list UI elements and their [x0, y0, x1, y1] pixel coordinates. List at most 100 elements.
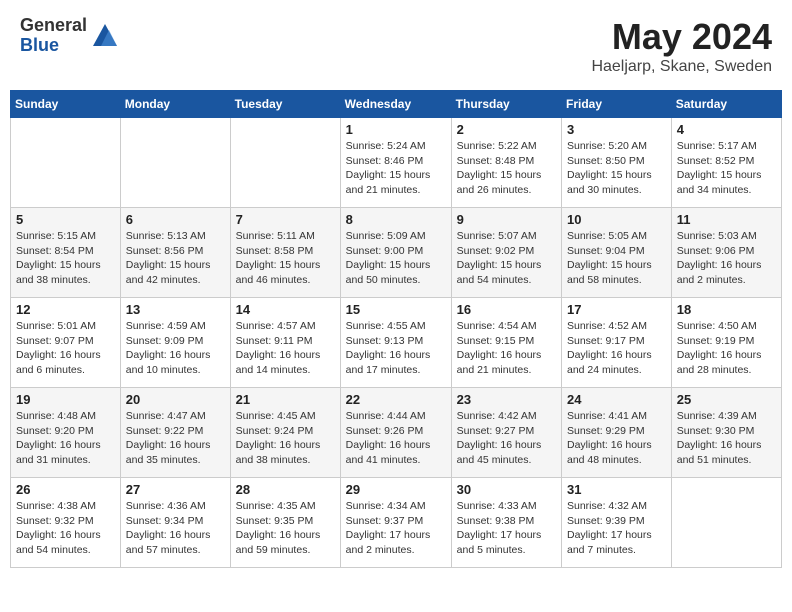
day-number: 13: [126, 302, 225, 317]
calendar-cell: 17 Sunrise: 4:52 AM Sunset: 9:17 PM Dayli…: [562, 298, 672, 388]
header-monday: Monday: [120, 91, 230, 118]
calendar-cell: 29Sunrise: 4:34 AM Sunset: 9:37 PM Dayli…: [340, 478, 451, 568]
calendar-cell: 24Sunrise: 4:41 AM Sunset: 9:29 PM Dayli…: [562, 388, 672, 478]
day-info: Sunrise: 4:59 AM Sunset: 9:09 PM Dayligh…: [126, 319, 225, 378]
day-number: 28: [236, 482, 335, 497]
day-number: 6: [126, 212, 225, 227]
calendar-cell: 16 Sunrise: 4:54 AM Sunset: 9:15 PM Dayli…: [451, 298, 561, 388]
day-number: 25: [677, 392, 776, 407]
calendar-cell: [230, 118, 340, 208]
calendar-body: 1 Sunrise: 5:24 AM Sunset: 8:46 PM Daylig…: [11, 118, 782, 568]
day-number: 29: [346, 482, 446, 497]
day-info: Sunrise: 5:13 AM Sunset: 8:56 PM Dayligh…: [126, 229, 225, 288]
logo: General Blue: [20, 16, 119, 56]
calendar-cell: 25 Sunrise: 4:39 AM Sunset: 9:30 PM Dayli…: [671, 388, 781, 478]
calendar-cell: 3Sunrise: 5:20 AM Sunset: 8:50 PM Daylig…: [562, 118, 672, 208]
day-info: Sunrise: 4:54 AM Sunset: 9:15 PM Dayligh…: [457, 319, 556, 378]
day-number: 5: [16, 212, 115, 227]
calendar-cell: 23 Sunrise: 4:42 AM Sunset: 9:27 PM Dayli…: [451, 388, 561, 478]
calendar-cell: 5 Sunrise: 5:15 AM Sunset: 8:54 PM Daylig…: [11, 208, 121, 298]
calendar-cell: 20Sunrise: 4:47 AM Sunset: 9:22 PM Dayli…: [120, 388, 230, 478]
day-number: 9: [457, 212, 556, 227]
day-number: 11: [677, 212, 776, 227]
header-wednesday: Wednesday: [340, 91, 451, 118]
day-number: 15: [346, 302, 446, 317]
day-info: Sunrise: 5:07 AM Sunset: 9:02 PM Dayligh…: [457, 229, 556, 288]
calendar-cell: 11 Sunrise: 5:03 AM Sunset: 9:06 PM Dayli…: [671, 208, 781, 298]
day-info: Sunrise: 5:24 AM Sunset: 8:46 PM Dayligh…: [346, 139, 446, 198]
calendar-cell: 4Sunrise: 5:17 AM Sunset: 8:52 PM Daylig…: [671, 118, 781, 208]
day-number: 22: [346, 392, 446, 407]
day-info: Sunrise: 4:47 AM Sunset: 9:22 PM Dayligh…: [126, 409, 225, 468]
week-row-3: 12Sunrise: 5:01 AM Sunset: 9:07 PM Dayli…: [11, 298, 782, 388]
day-number: 30: [457, 482, 556, 497]
calendar-cell: 22Sunrise: 4:44 AM Sunset: 9:26 PM Dayli…: [340, 388, 451, 478]
logo-blue: Blue: [20, 36, 87, 56]
logo-text: General Blue: [20, 16, 87, 56]
week-row-1: 1 Sunrise: 5:24 AM Sunset: 8:46 PM Daylig…: [11, 118, 782, 208]
header-tuesday: Tuesday: [230, 91, 340, 118]
calendar-cell: 14Sunrise: 4:57 AM Sunset: 9:11 PM Dayli…: [230, 298, 340, 388]
title-block: May 2024 Haeljarp, Skane, Sweden: [591, 16, 772, 76]
calendar-cell: 8Sunrise: 5:09 AM Sunset: 9:00 PM Daylig…: [340, 208, 451, 298]
day-info: Sunrise: 4:45 AM Sunset: 9:24 PM Dayligh…: [236, 409, 335, 468]
calendar-cell: 1 Sunrise: 5:24 AM Sunset: 8:46 PM Daylig…: [340, 118, 451, 208]
logo-general: General: [20, 16, 87, 36]
page-header: General Blue May 2024 Haeljarp, Skane, S…: [10, 10, 782, 82]
calendar-cell: [120, 118, 230, 208]
logo-icon: [91, 22, 119, 50]
day-number: 18: [677, 302, 776, 317]
calendar-cell: 13 Sunrise: 4:59 AM Sunset: 9:09 PM Dayli…: [120, 298, 230, 388]
day-info: Sunrise: 4:52 AM Sunset: 9:17 PM Dayligh…: [567, 319, 666, 378]
calendar-cell: 30 Sunrise: 4:33 AM Sunset: 9:38 PM Dayli…: [451, 478, 561, 568]
day-info: Sunrise: 4:50 AM Sunset: 9:19 PM Dayligh…: [677, 319, 776, 378]
week-row-5: 26Sunrise: 4:38 AM Sunset: 9:32 PM Dayli…: [11, 478, 782, 568]
day-info: Sunrise: 4:48 AM Sunset: 9:20 PM Dayligh…: [16, 409, 115, 468]
day-info: Sunrise: 5:03 AM Sunset: 9:06 PM Dayligh…: [677, 229, 776, 288]
calendar-cell: 2 Sunrise: 5:22 AM Sunset: 8:48 PM Daylig…: [451, 118, 561, 208]
calendar-header: Sunday Monday Tuesday Wednesday Thursday…: [11, 91, 782, 118]
week-row-4: 19Sunrise: 4:48 AM Sunset: 9:20 PM Dayli…: [11, 388, 782, 478]
day-number: 7: [236, 212, 335, 227]
day-info: Sunrise: 4:42 AM Sunset: 9:27 PM Dayligh…: [457, 409, 556, 468]
day-number: 12: [16, 302, 115, 317]
calendar-cell: 26Sunrise: 4:38 AM Sunset: 9:32 PM Dayli…: [11, 478, 121, 568]
day-number: 17: [567, 302, 666, 317]
calendar-cell: 12Sunrise: 5:01 AM Sunset: 9:07 PM Dayli…: [11, 298, 121, 388]
calendar-cell: [671, 478, 781, 568]
header-thursday: Thursday: [451, 91, 561, 118]
calendar-cell: 6 Sunrise: 5:13 AM Sunset: 8:56 PM Daylig…: [120, 208, 230, 298]
day-number: 24: [567, 392, 666, 407]
day-number: 10: [567, 212, 666, 227]
calendar-cell: 21 Sunrise: 4:45 AM Sunset: 9:24 PM Dayli…: [230, 388, 340, 478]
subtitle: Haeljarp, Skane, Sweden: [591, 58, 772, 76]
day-info: Sunrise: 5:20 AM Sunset: 8:50 PM Dayligh…: [567, 139, 666, 198]
header-sunday: Sunday: [11, 91, 121, 118]
day-number: 1: [346, 122, 446, 137]
calendar-table: Sunday Monday Tuesday Wednesday Thursday…: [10, 90, 782, 568]
day-info: Sunrise: 4:57 AM Sunset: 9:11 PM Dayligh…: [236, 319, 335, 378]
calendar-cell: [11, 118, 121, 208]
day-info: Sunrise: 5:05 AM Sunset: 9:04 PM Dayligh…: [567, 229, 666, 288]
day-number: 23: [457, 392, 556, 407]
day-info: Sunrise: 5:11 AM Sunset: 8:58 PM Dayligh…: [236, 229, 335, 288]
day-info: Sunrise: 5:22 AM Sunset: 8:48 PM Dayligh…: [457, 139, 556, 198]
day-number: 26: [16, 482, 115, 497]
day-info: Sunrise: 4:39 AM Sunset: 9:30 PM Dayligh…: [677, 409, 776, 468]
day-info: Sunrise: 5:09 AM Sunset: 9:00 PM Dayligh…: [346, 229, 446, 288]
calendar-cell: 9 Sunrise: 5:07 AM Sunset: 9:02 PM Daylig…: [451, 208, 561, 298]
day-number: 16: [457, 302, 556, 317]
day-number: 27: [126, 482, 225, 497]
day-info: Sunrise: 5:17 AM Sunset: 8:52 PM Dayligh…: [677, 139, 776, 198]
header-row: Sunday Monday Tuesday Wednesday Thursday…: [11, 91, 782, 118]
calendar-cell: 15Sunrise: 4:55 AM Sunset: 9:13 PM Dayli…: [340, 298, 451, 388]
day-info: Sunrise: 4:33 AM Sunset: 9:38 PM Dayligh…: [457, 499, 556, 558]
header-saturday: Saturday: [671, 91, 781, 118]
day-info: Sunrise: 5:15 AM Sunset: 8:54 PM Dayligh…: [16, 229, 115, 288]
header-friday: Friday: [562, 91, 672, 118]
day-number: 2: [457, 122, 556, 137]
day-number: 21: [236, 392, 335, 407]
calendar-cell: 7 Sunrise: 5:11 AM Sunset: 8:58 PM Daylig…: [230, 208, 340, 298]
day-info: Sunrise: 4:32 AM Sunset: 9:39 PM Dayligh…: [567, 499, 666, 558]
week-row-2: 5 Sunrise: 5:15 AM Sunset: 8:54 PM Daylig…: [11, 208, 782, 298]
